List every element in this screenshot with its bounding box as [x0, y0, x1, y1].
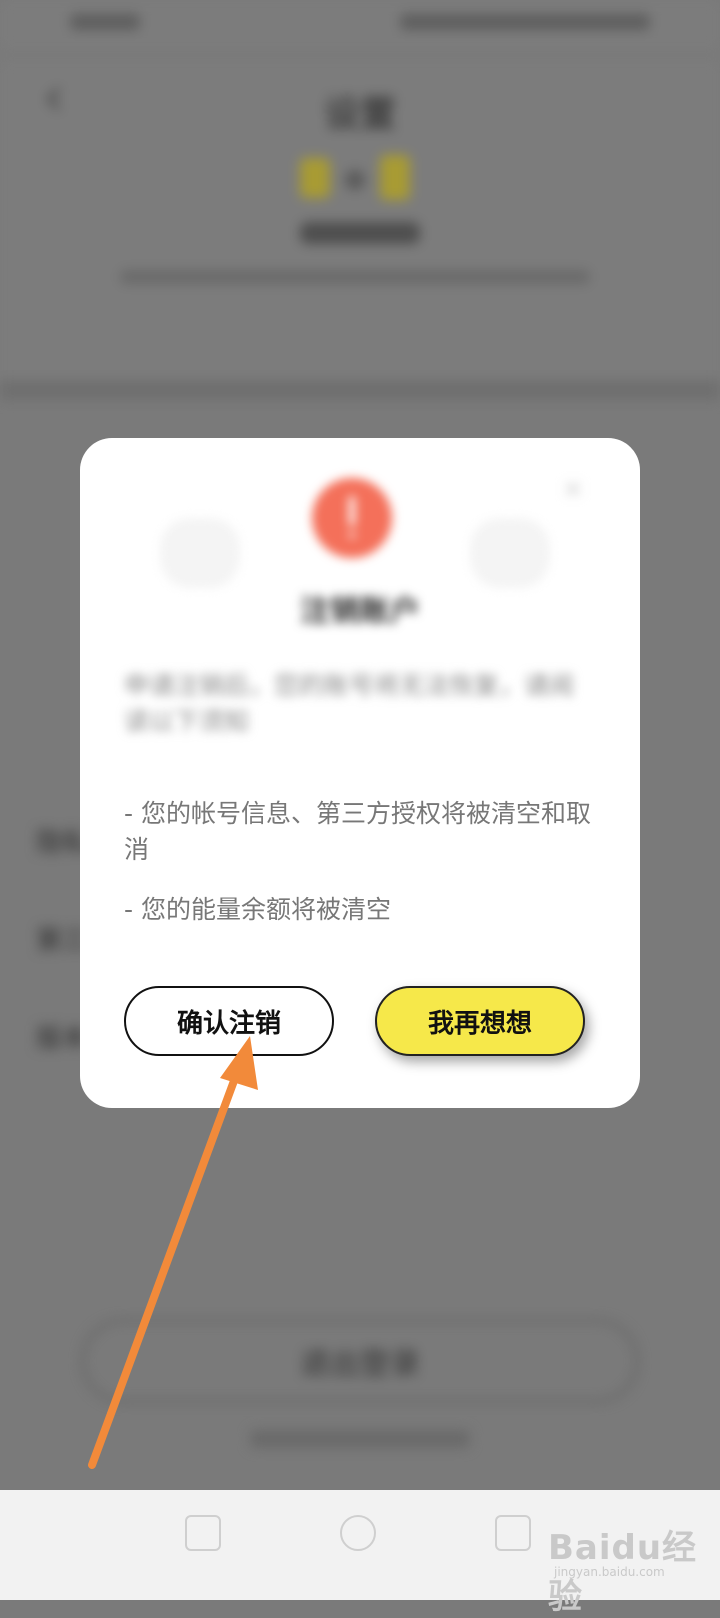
nav-recents-icon[interactable]: [495, 1515, 531, 1551]
cancel-account-dialog: 注销账户 申请注销后，您的账号将无法恢复，请阅读以下须知 - 您的帐号信息、第三…: [80, 438, 640, 1108]
watermark-url: jingyan.baidu.com: [554, 1565, 665, 1579]
status-icons: [400, 14, 650, 30]
footer-links: [250, 1430, 470, 1448]
status-bar: [0, 0, 720, 50]
dialog-header-area: 注销账户 申请注销后，您的账号将无法恢复，请阅读以下须知: [80, 438, 640, 818]
decorative-shape: [160, 518, 240, 588]
status-time: [70, 14, 140, 30]
app-logo: [300, 150, 420, 210]
app-name: [300, 222, 420, 244]
close-icon[interactable]: [558, 474, 588, 504]
page-title: 设置: [323, 94, 396, 135]
nav-back-icon[interactable]: [185, 1515, 221, 1551]
section-divider: [0, 380, 720, 400]
baidu-watermark: Baidu经验 jingyan.baidu.com: [548, 1515, 718, 1617]
logout-button[interactable]: 退出登录: [82, 1320, 638, 1402]
notice-item: - 您的能量余额将被清空: [124, 895, 391, 924]
confirm-cancel-account-button[interactable]: 确认注销: [124, 986, 334, 1056]
decorative-shape: [470, 518, 550, 588]
dialog-description: 申请注销后，您的账号将无法恢复，请阅读以下须知: [124, 671, 575, 736]
nav-home-icon[interactable]: [340, 1515, 376, 1551]
app-description: [120, 270, 590, 284]
dialog-title: 注销账户: [300, 594, 420, 629]
exclamation-icon: [312, 478, 392, 558]
notice-item: - 您的帐号信息、第三方授权将被清空和取消: [124, 799, 591, 864]
reconsider-button[interactable]: 我再想想: [375, 986, 585, 1056]
